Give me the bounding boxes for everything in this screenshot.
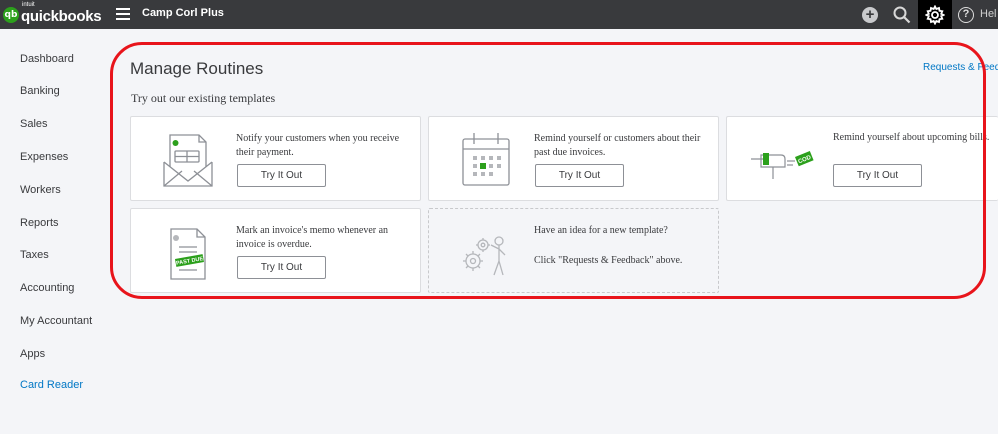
- hamburger-menu-icon[interactable]: [116, 8, 130, 20]
- try-it-out-button[interactable]: Try It Out: [237, 164, 326, 187]
- sidebar-item-my-accountant[interactable]: My Accountant: [20, 315, 92, 327]
- template-card-payment-notify: Notify your customers when you receive t…: [130, 116, 421, 201]
- gear-icon[interactable]: [918, 0, 952, 29]
- sidebar-item-workers[interactable]: Workers: [20, 184, 61, 196]
- company-name: Camp Corl Plus: [142, 7, 224, 19]
- requests-feedback-link[interactable]: Requests & Feed: [923, 62, 998, 73]
- sidebar-item-dashboard[interactable]: Dashboard: [20, 53, 74, 65]
- try-it-out-button[interactable]: Try It Out: [237, 256, 326, 279]
- quickbooks-logo[interactable]: qb intuit quickbooks: [3, 2, 102, 25]
- sidebar-item-card-reader[interactable]: Card Reader: [20, 379, 83, 391]
- template-card-upcoming-bills: COD Remind yourself about upcoming bills…: [726, 116, 998, 201]
- sidebar-item-taxes[interactable]: Taxes: [20, 249, 49, 261]
- sidebar: Dashboard Banking Sales Expenses Workers…: [0, 29, 108, 434]
- help-icon[interactable]: ?: [956, 0, 976, 29]
- calendar-icon: [453, 129, 521, 191]
- idea-card-line2: Click "Requests & Feedback" above.: [534, 255, 683, 266]
- mailbox-bill-icon: COD: [747, 129, 819, 191]
- card-description: Remind yourself or customers about their…: [534, 133, 701, 158]
- search-icon[interactable]: [891, 0, 913, 29]
- template-card-overdue-memo: PAST DUE Mark an invoice's memo whenever…: [130, 208, 421, 293]
- sidebar-item-sales[interactable]: Sales: [20, 118, 48, 130]
- idea-card-line1: Have an idea for a new template?: [534, 225, 668, 236]
- card-description: Mark an invoice's memo whenever an invoi…: [236, 225, 389, 250]
- past-due-stamp-text: PAST DUE: [176, 256, 204, 267]
- template-card-past-due-reminder: Remind yourself or customers about their…: [428, 116, 719, 201]
- try-it-out-button[interactable]: Try It Out: [833, 164, 922, 187]
- card-description: Remind yourself about upcoming bills.: [833, 132, 990, 143]
- qb-logo-icon: qb: [3, 6, 19, 23]
- try-it-out-button[interactable]: Try It Out: [535, 164, 624, 187]
- page-title: Manage Routines: [130, 59, 264, 78]
- help-label[interactable]: Hel: [980, 8, 997, 20]
- section-subtitle: Try out our existing templates: [131, 91, 276, 105]
- sidebar-item-apps[interactable]: Apps: [20, 348, 45, 360]
- logo-quickbooks-text: quickbooks: [21, 8, 102, 25]
- sidebar-item-accounting[interactable]: Accounting: [20, 282, 74, 294]
- past-due-invoice-icon: PAST DUE: [155, 221, 223, 283]
- card-description: Notify your customers when you receive t…: [236, 133, 400, 158]
- idea-template-card: Have an idea for a new template? Click "…: [428, 208, 719, 293]
- envelope-invoice-icon: [155, 129, 223, 191]
- logo-wordmark: intuit quickbooks: [21, 2, 102, 25]
- sidebar-item-reports[interactable]: Reports: [20, 217, 59, 229]
- logo-intuit-text: intuit: [22, 2, 35, 8]
- create-plus-icon[interactable]: +: [860, 0, 880, 29]
- top-bar: qb intuit quickbooks Camp Corl Plus + ? …: [0, 0, 998, 29]
- sidebar-item-expenses[interactable]: Expenses: [20, 151, 68, 163]
- sidebar-item-banking[interactable]: Banking: [20, 85, 60, 97]
- idea-gears-person-icon: [453, 221, 521, 283]
